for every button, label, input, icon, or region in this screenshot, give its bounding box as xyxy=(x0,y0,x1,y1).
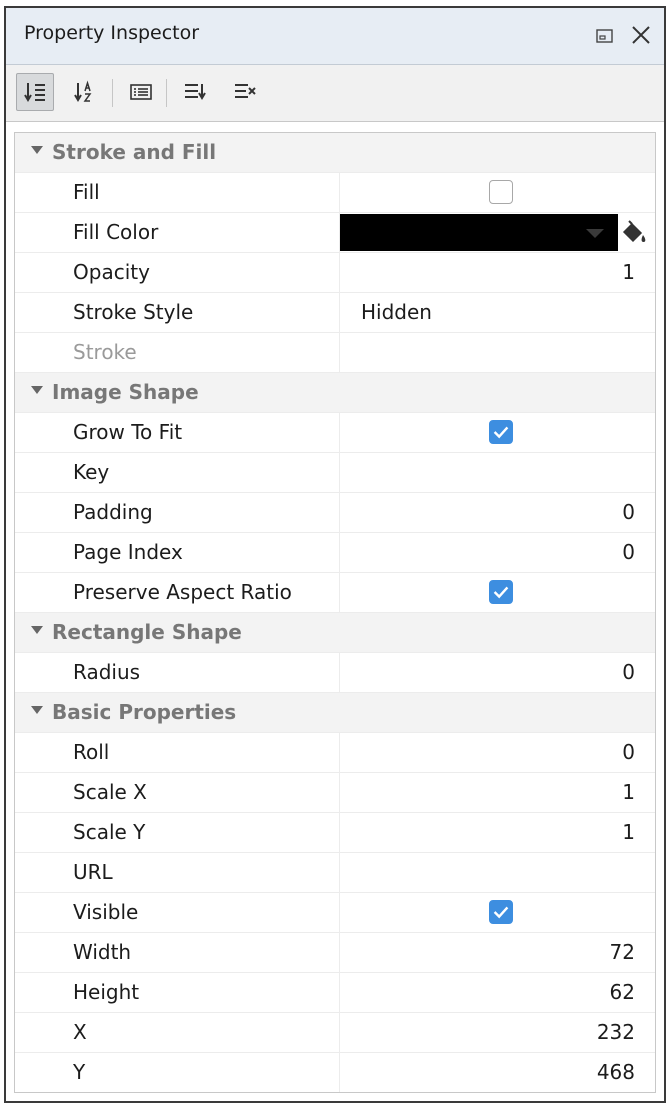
property-name: Scale X xyxy=(73,780,147,804)
property-row-padding[interactable]: Padding 0 xyxy=(15,493,655,533)
preserve-aspect-ratio-checkbox[interactable] xyxy=(489,580,513,604)
property-row-fill[interactable]: Fill xyxy=(15,173,655,213)
collapse-all-icon xyxy=(235,84,256,98)
window-title: Property Inspector xyxy=(24,22,200,44)
collapse-all-button[interactable] xyxy=(226,73,264,111)
category-image-shape[interactable]: Image Shape xyxy=(15,373,655,413)
toolbar xyxy=(6,65,664,122)
property-value[interactable]: 0 xyxy=(622,660,635,684)
property-value[interactable]: 1 xyxy=(622,780,635,804)
property-inspector-window: Property Inspector Stroke and Fill Fill … xyxy=(4,6,666,1103)
collapse-arrow-icon xyxy=(31,146,43,154)
property-row-scale-y[interactable]: Scale Y 1 xyxy=(15,813,655,853)
property-row-opacity[interactable]: Opacity 1 xyxy=(15,253,655,293)
property-name: Key xyxy=(73,460,110,484)
category-rectangle-shape[interactable]: Rectangle Shape xyxy=(15,613,655,653)
property-row-height[interactable]: Height 62 xyxy=(15,973,655,1013)
sort-by-category-icon xyxy=(24,83,45,102)
restore-icon[interactable] xyxy=(596,28,614,44)
property-name: Page Index xyxy=(73,540,183,564)
property-name: X xyxy=(73,1020,87,1044)
title-bar: Property Inspector xyxy=(6,8,664,65)
property-name: Opacity xyxy=(73,260,150,284)
expand-all-icon xyxy=(185,84,206,100)
expand-all-button[interactable] xyxy=(176,73,214,111)
property-grid: Stroke and Fill Fill Fill Color Opacity … xyxy=(14,132,656,1093)
property-row-fill-color[interactable]: Fill Color xyxy=(15,213,655,253)
collapse-arrow-icon xyxy=(31,706,43,714)
property-value[interactable]: 0 xyxy=(622,540,635,564)
category-basic-properties[interactable]: Basic Properties xyxy=(15,693,655,733)
property-name: Stroke Style xyxy=(73,300,194,324)
property-value[interactable]: 62 xyxy=(610,980,635,1004)
property-row-scale-x[interactable]: Scale X 1 xyxy=(15,773,655,813)
property-name: Stroke xyxy=(73,340,137,364)
grow-to-fit-checkbox[interactable] xyxy=(489,420,513,444)
category-label: Stroke and Fill xyxy=(52,140,217,164)
property-value[interactable]: 232 xyxy=(597,1020,635,1044)
close-icon[interactable] xyxy=(630,24,652,46)
property-name: Width xyxy=(73,940,132,964)
sort-alphabetical-button[interactable] xyxy=(66,73,104,111)
property-name: Preserve Aspect Ratio xyxy=(73,580,292,604)
property-row-x[interactable]: X 232 xyxy=(15,1013,655,1053)
property-name: Visible xyxy=(73,900,139,924)
property-value[interactable]: 1 xyxy=(622,260,635,284)
collapse-arrow-icon xyxy=(31,626,43,634)
property-row-roll[interactable]: Roll 0 xyxy=(15,733,655,773)
category-label: Image Shape xyxy=(52,380,199,404)
property-row-y[interactable]: Y 468 xyxy=(15,1053,655,1092)
category-label: Basic Properties xyxy=(52,700,237,724)
property-row-width[interactable]: Width 72 xyxy=(15,933,655,973)
property-value[interactable]: 468 xyxy=(597,1060,635,1084)
property-name: Padding xyxy=(73,500,153,524)
property-name: Roll xyxy=(73,740,110,764)
property-row-stroke: Stroke xyxy=(15,333,655,373)
sort-alphabetical-icon xyxy=(74,80,92,102)
collapse-arrow-icon xyxy=(31,386,43,394)
property-value[interactable]: 72 xyxy=(610,940,635,964)
property-row-radius[interactable]: Radius 0 xyxy=(15,653,655,693)
property-row-visible[interactable]: Visible xyxy=(15,893,655,933)
property-name: Height xyxy=(73,980,140,1004)
property-row-grow-to-fit[interactable]: Grow To Fit xyxy=(15,413,655,453)
property-description-icon xyxy=(130,84,152,100)
property-name: Fill xyxy=(73,180,100,204)
chevron-down-icon[interactable] xyxy=(586,229,604,238)
property-name: Fill Color xyxy=(73,220,159,244)
visible-checkbox[interactable] xyxy=(489,900,513,924)
fill-checkbox[interactable] xyxy=(489,180,513,204)
property-row-url[interactable]: URL xyxy=(15,853,655,893)
sort-by-category-button[interactable] xyxy=(16,73,54,111)
property-name: Scale Y xyxy=(73,820,146,844)
property-name: Y xyxy=(73,1060,86,1084)
property-row-key[interactable]: Key xyxy=(15,453,655,493)
property-name: URL xyxy=(73,860,113,884)
property-value[interactable]: 0 xyxy=(622,500,635,524)
property-value[interactable]: Hidden xyxy=(361,300,432,324)
property-row-preserve-aspect-ratio[interactable]: Preserve Aspect Ratio xyxy=(15,573,655,613)
fill-color-swatch[interactable] xyxy=(340,214,618,251)
property-name: Grow To Fit xyxy=(73,420,183,444)
property-row-stroke-style[interactable]: Stroke Style Hidden xyxy=(15,293,655,333)
property-value[interactable]: 1 xyxy=(622,820,635,844)
paint-bucket-icon[interactable] xyxy=(619,219,649,247)
property-name: Radius xyxy=(73,660,141,684)
property-value[interactable]: 0 xyxy=(622,740,635,764)
property-row-page-index[interactable]: Page Index 0 xyxy=(15,533,655,573)
category-stroke-and-fill[interactable]: Stroke and Fill xyxy=(15,133,655,173)
category-label: Rectangle Shape xyxy=(52,620,242,644)
property-description-button[interactable] xyxy=(122,73,160,111)
